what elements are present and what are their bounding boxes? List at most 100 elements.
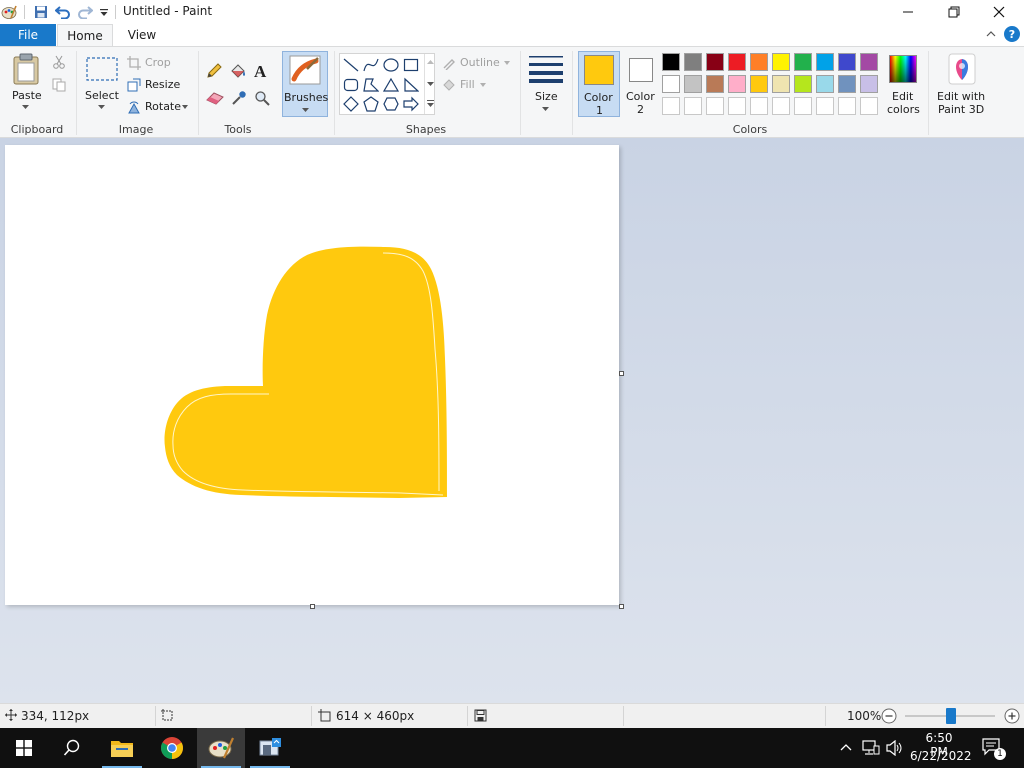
shapes-scrollbar[interactable]	[424, 54, 436, 114]
minimize-button[interactable]	[885, 0, 931, 24]
size-button[interactable]: Size	[526, 51, 566, 117]
palette-custom-slot[interactable]	[860, 97, 878, 115]
palette-color-swatch[interactable]	[772, 53, 790, 71]
zoom-slider-track[interactable]	[905, 708, 995, 724]
start-button[interactable]	[0, 728, 48, 768]
search-button[interactable]	[48, 728, 96, 768]
palette-color-swatch[interactable]	[750, 75, 768, 93]
fill-dropdown[interactable]: Fill	[442, 77, 502, 93]
palette-color-swatch[interactable]	[750, 53, 768, 71]
redo-icon[interactable]	[76, 3, 94, 21]
zoom-in-button[interactable]	[1004, 708, 1020, 727]
file-explorer-taskbar-icon[interactable]	[98, 728, 146, 768]
palette-color-swatch[interactable]	[860, 75, 878, 93]
palette-custom-slot[interactable]	[662, 97, 680, 115]
arrow-shape-icon[interactable]	[403, 96, 419, 115]
palette-custom-slot[interactable]	[772, 97, 790, 115]
palette-custom-slot[interactable]	[684, 97, 702, 115]
palette-custom-slot[interactable]	[706, 97, 724, 115]
curve-shape-icon[interactable]	[363, 57, 379, 76]
rectangle-shape-icon[interactable]	[403, 57, 419, 76]
palette-color-swatch[interactable]	[728, 53, 746, 71]
resize-button[interactable]: Resize	[127, 77, 195, 93]
chrome-taskbar-icon[interactable]	[148, 728, 196, 768]
palette-custom-slot[interactable]	[728, 97, 746, 115]
color1-button[interactable]: Color 1	[578, 51, 620, 117]
paste-button[interactable]: Paste	[6, 51, 46, 119]
color-picker-icon[interactable]	[231, 90, 247, 109]
text-tool-icon[interactable]: A	[253, 62, 269, 83]
select-button[interactable]: Select	[82, 51, 122, 119]
palette-custom-slot[interactable]	[794, 97, 812, 115]
canvas-workspace[interactable]	[0, 138, 1024, 703]
rotate-button[interactable]: Rotate	[127, 99, 195, 115]
palette-color-swatch[interactable]	[662, 53, 680, 71]
palette-color-swatch[interactable]	[838, 75, 856, 93]
polygon-shape-icon[interactable]	[363, 77, 380, 96]
volume-icon[interactable]	[886, 739, 904, 759]
rounded-rectangle-shape-icon[interactable]	[343, 77, 359, 96]
palette-custom-slot[interactable]	[816, 97, 834, 115]
palette-custom-slot[interactable]	[750, 97, 768, 115]
show-hidden-icons-chevron[interactable]	[840, 742, 852, 755]
paint-app-icon[interactable]	[0, 3, 18, 21]
tab-home[interactable]: Home	[57, 24, 113, 46]
save-icon[interactable]	[32, 3, 50, 21]
edit-colors-button[interactable]: Edit colors	[884, 51, 922, 117]
collapse-ribbon-icon[interactable]	[986, 29, 996, 42]
drawing-canvas[interactable]	[5, 145, 619, 605]
palette-color-swatch[interactable]	[728, 75, 746, 93]
palette-color-swatch[interactable]	[794, 53, 812, 71]
palette-color-swatch[interactable]	[816, 75, 834, 93]
palette-color-swatch[interactable]	[684, 75, 702, 93]
pentagon-shape-icon[interactable]	[363, 96, 379, 115]
diamond-shape-icon[interactable]	[343, 96, 359, 115]
paint-taskbar-icon[interactable]	[197, 728, 245, 768]
undo-icon[interactable]	[54, 3, 72, 21]
canvas-resize-handle-right[interactable]	[619, 371, 624, 376]
oval-shape-icon[interactable]	[383, 57, 399, 76]
line-shape-icon[interactable]	[343, 57, 359, 76]
palette-color-swatch[interactable]	[706, 75, 724, 93]
color2-button[interactable]: Color 2	[622, 51, 660, 117]
palette-color-swatch[interactable]	[816, 53, 834, 71]
tab-file[interactable]: File	[0, 24, 56, 46]
brushes-button[interactable]: Brushes	[282, 51, 328, 117]
palette-custom-slot[interactable]	[838, 97, 856, 115]
zoom-slider-thumb[interactable]	[946, 708, 956, 724]
tab-view[interactable]: View	[114, 24, 170, 46]
copy-icon[interactable]	[52, 78, 66, 95]
app-taskbar-icon[interactable]	[246, 728, 294, 768]
network-icon[interactable]	[862, 740, 880, 759]
canvas-resize-handle-bottom[interactable]	[310, 604, 315, 609]
magnifier-icon[interactable]	[254, 90, 270, 109]
cut-icon[interactable]	[52, 55, 66, 72]
close-button[interactable]	[976, 0, 1022, 24]
canvas-resize-handle-corner[interactable]	[619, 604, 624, 609]
customize-qat-icon[interactable]	[95, 3, 113, 21]
color1-number: 1	[596, 104, 603, 117]
palette-color-swatch[interactable]	[772, 75, 790, 93]
clock-date[interactable]: 6/22/2022	[910, 749, 972, 763]
palette-color-swatch[interactable]	[706, 53, 724, 71]
palette-color-swatch[interactable]	[838, 53, 856, 71]
status-separator	[623, 706, 624, 726]
help-icon[interactable]: ?	[1004, 26, 1020, 42]
restore-button[interactable]	[931, 0, 977, 24]
palette-color-swatch[interactable]	[662, 75, 680, 93]
zoom-out-button[interactable]	[881, 708, 897, 727]
pencil-icon[interactable]	[206, 63, 222, 82]
triangle-shape-icon[interactable]	[382, 77, 400, 96]
palette-color-swatch[interactable]	[860, 53, 878, 71]
edit-with-paint3d-button[interactable]: Edit with Paint 3D	[934, 51, 990, 117]
selection-size-icon	[161, 709, 174, 725]
fill-bucket-icon[interactable]	[229, 62, 247, 83]
eraser-icon[interactable]	[206, 91, 224, 108]
palette-color-swatch[interactable]	[684, 53, 702, 71]
hexagon-shape-icon[interactable]	[383, 96, 399, 115]
status-separator	[311, 706, 312, 726]
outline-dropdown[interactable]: Outline	[442, 55, 514, 71]
right-triangle-shape-icon[interactable]	[403, 77, 420, 96]
crop-button[interactable]: Crop	[127, 55, 195, 71]
palette-color-swatch[interactable]	[794, 75, 812, 93]
